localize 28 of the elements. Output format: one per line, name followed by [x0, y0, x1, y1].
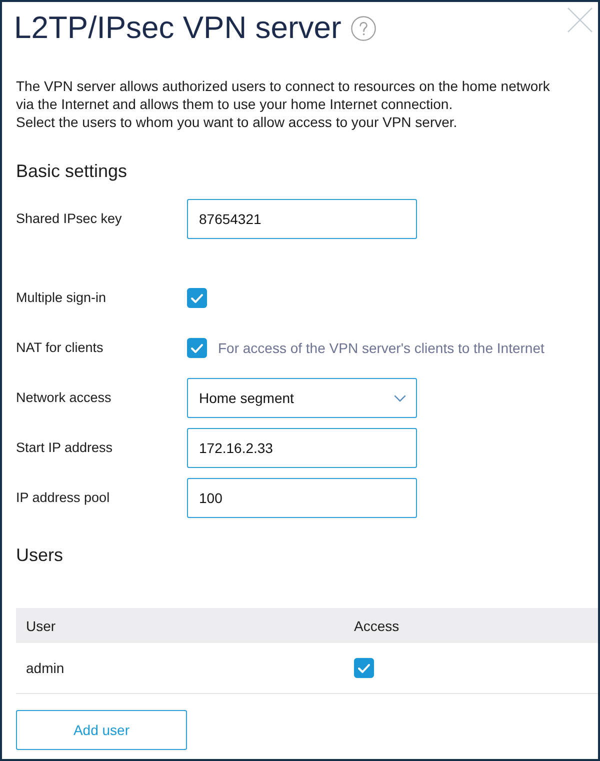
- checkbox[interactable]: [187, 288, 207, 308]
- dropdown[interactable]: Home segment: [187, 378, 417, 418]
- field-label: Multiple sign-in: [16, 289, 108, 307]
- description-text: The VPN server allows authorized users to connect to resources on the home network via the Internet and allows them to use your home Internet connection.: [16, 77, 551, 113]
- dialog-title: L2TP/IPsec VPN server: [14, 9, 342, 47]
- checkmark-icon: [358, 664, 370, 672]
- input-field[interactable]: 172.16.2.33: [187, 428, 417, 468]
- description-text: Select the users to whom you want to allow access to your VPN server.: [16, 113, 458, 131]
- checkbox[interactable]: [354, 658, 374, 678]
- input-field[interactable]: 87654321: [187, 199, 417, 239]
- checkmark-icon: [191, 344, 203, 352]
- section-heading: Basic settings: [16, 160, 128, 183]
- column-header: Access: [354, 616, 400, 634]
- section-heading: Users: [16, 544, 64, 567]
- table-cell: admin: [26, 659, 64, 677]
- hint-text: For access of the VPN server's clients to the Internet: [218, 339, 544, 357]
- close-icon[interactable]: [567, 7, 593, 33]
- checkmark-icon: [191, 294, 203, 302]
- field-label: Start IP address: [16, 439, 114, 457]
- checkbox[interactable]: [187, 338, 207, 358]
- chevron-down-icon: [394, 394, 406, 402]
- column-header: User: [26, 616, 56, 634]
- input-field[interactable]: 100: [187, 478, 417, 518]
- field-label: IP address pool: [16, 489, 111, 507]
- help-icon[interactable]: [351, 16, 376, 40]
- field-label: NAT for clients: [16, 339, 104, 357]
- field-label: Network access: [16, 389, 112, 407]
- field-label: Shared IPsec key: [16, 210, 123, 228]
